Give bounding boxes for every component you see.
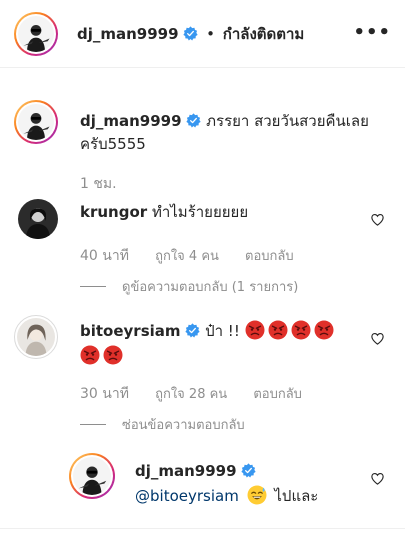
verified-badge-icon [185,323,200,338]
reply-button[interactable]: ตอบกลับ [253,387,302,402]
header-avatar[interactable] [14,12,58,56]
caption: dj_man9999 ภรรยา สวยวันสวยคืนเลยครับ5555 [80,110,380,156]
view-replies-label: ดูข้อความตอบกลับ (1 รายการ) [122,280,299,295]
avatar-image [17,318,55,356]
avatar-image [73,457,111,495]
caption-avatar[interactable] [14,100,58,144]
header-user-line: dj_man9999 • กำลังติดตาม [77,22,304,46]
comment-avatar-krungor[interactable] [18,199,58,239]
comment-username[interactable]: krungor [80,203,147,221]
more-options-icon[interactable]: ••• [353,22,391,43]
post-header: dj_man9999 • กำลังติดตาม ••• [0,0,405,68]
caption-username[interactable]: dj_man9999 [80,112,182,130]
heart-icon[interactable] [370,331,385,346]
angry-face-emoji [103,345,123,365]
comment-text: ป๋า !! [205,322,240,340]
verified-badge-icon [183,26,198,41]
reply-comment: dj_man9999 @bitoeyrsiam ไปและ [135,459,318,509]
verified-badge-icon [241,463,256,478]
comment-likes[interactable]: ถูกใจ 4 คน [155,249,219,264]
angry-face-emoji [80,345,100,365]
comment-time[interactable]: 30 นาที [80,386,129,402]
sweat-smile-emoji [247,485,267,505]
view-replies-button[interactable]: ดูข้อความตอบกลับ (1 รายการ) [80,276,298,297]
reply-username[interactable]: dj_man9999 [135,462,237,480]
header-username[interactable]: dj_man9999 [77,25,179,43]
hide-replies-label: ซ่อนข้อความตอบกลับ [122,418,245,433]
reply-text: ไปและ [274,487,319,505]
comment-time[interactable]: 40 นาที [80,248,129,264]
comment-likes[interactable]: ถูกใจ 28 คน [155,387,227,402]
angry-face-emoji [291,320,311,340]
comment-text: ทำไมร้ายยยยย [151,203,249,221]
comment-krungor: krungor ทำไมร้ายยยยย [80,201,248,224]
verified-badge-icon [186,113,201,128]
header-separator: • [206,25,215,43]
comment-meta: 30 นาที ถูกใจ 28 คน ตอบกลับ [80,383,324,405]
comment-bitoeyrsiam: bitoeyrsiam ป๋า !! [80,319,337,369]
caption-timestamp[interactable]: 1 ชม. [80,173,117,195]
heart-icon[interactable] [370,471,385,486]
angry-face-emoji [314,320,334,340]
reply-button[interactable]: ตอบกลับ [245,249,294,264]
avatar-image [18,199,58,239]
mention-link[interactable]: @bitoeyrsiam [135,487,239,505]
replies-divider [80,286,106,287]
comment-username[interactable]: bitoeyrsiam [80,322,181,340]
section-divider [0,528,405,529]
avatar-image [18,104,54,140]
avatar-image [18,16,54,52]
replies-divider [80,424,106,425]
following-button[interactable]: กำลังติดตาม [223,25,305,43]
comment-meta: 40 นาที ถูกใจ 4 คน ตอบกลับ [80,245,316,267]
comment-avatar-bitoeyrsiam[interactable] [14,315,58,359]
angry-face-emoji [245,320,265,340]
heart-icon[interactable] [370,212,385,227]
hide-replies-button[interactable]: ซ่อนข้อความตอบกลับ [80,414,245,435]
reply-avatar[interactable] [69,453,115,499]
angry-face-emoji [268,320,288,340]
